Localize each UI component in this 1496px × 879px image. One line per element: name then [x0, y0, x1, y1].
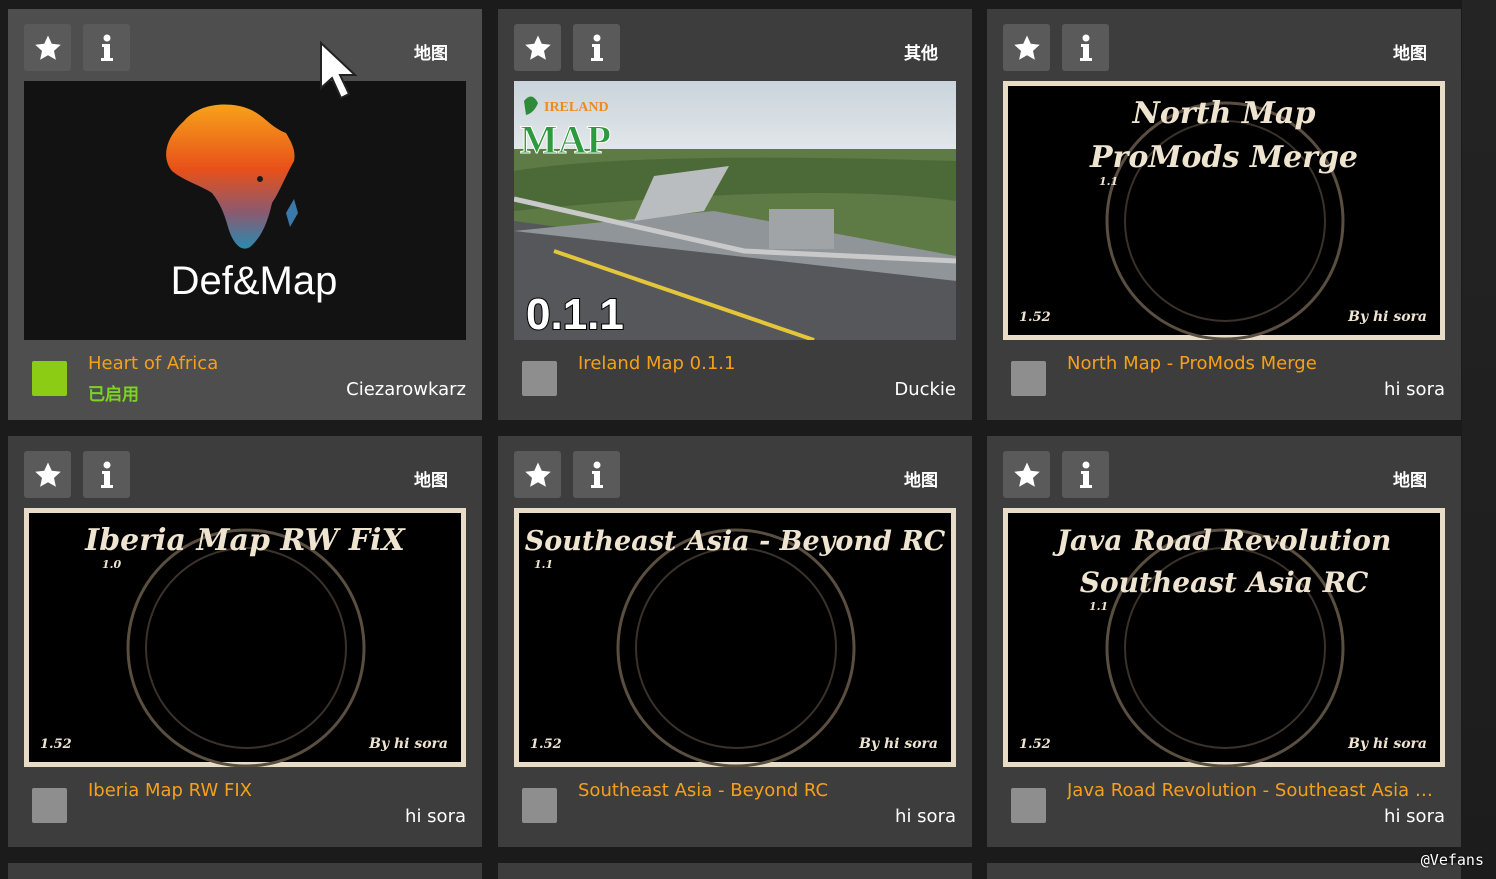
mod-card-partial[interactable] — [498, 863, 972, 879]
mod-card-java-road[interactable]: 地图 Java Road Revolution Southeast Asia R… — [987, 436, 1461, 847]
info-button[interactable] — [573, 451, 620, 498]
star-icon — [1013, 462, 1040, 487]
thumb-game-version: 1.52 — [1019, 310, 1051, 325]
favorite-button[interactable] — [514, 24, 561, 71]
mod-title[interactable]: Heart of Africa — [88, 353, 458, 374]
watermark: @Vefans — [1420, 851, 1484, 869]
favorite-button[interactable] — [514, 451, 561, 498]
thumb-title-line2: ProMods Merge — [1089, 140, 1358, 175]
thumb-title-line1: Southeast Asia - Beyond RC — [525, 526, 946, 557]
mod-card-partial[interactable] — [8, 863, 482, 879]
thumb-logo-main: MAP — [520, 117, 611, 162]
info-button[interactable] — [1062, 24, 1109, 71]
info-icon — [590, 461, 603, 488]
category-label: 地图 — [1393, 471, 1427, 491]
star-icon — [524, 462, 551, 487]
mod-thumbnail: North Map ProMods Merge 1.1 1.52 By hi s… — [1003, 81, 1445, 340]
mouse-pointer-icon — [320, 40, 358, 100]
category-label: 其他 — [904, 44, 938, 64]
thumb-logo-text: Def&Map — [171, 259, 338, 303]
mod-thumbnail: Southeast Asia - Beyond RC 1.1 1.52 By h… — [514, 508, 956, 767]
thumb-credit: By hi sora — [368, 736, 448, 752]
thumb-title-line1: North Map — [1132, 96, 1316, 131]
thumb-game-version: 1.52 — [40, 737, 72, 752]
africa-map-graphic — [166, 104, 295, 249]
mod-title[interactable]: Java Road Revolution - Southeast Asia M.… — [1067, 780, 1437, 801]
mod-card-iberia-map[interactable]: 地图 Iberia Map RW FiX 1.0 1.52 By hi sora… — [8, 436, 482, 847]
category-label: 地图 — [414, 471, 448, 491]
thumb-credit: By hi sora — [1347, 736, 1427, 752]
mod-author: hi sora — [1384, 806, 1445, 827]
thumb-version: 1.0 — [102, 558, 121, 571]
favorite-button[interactable] — [1003, 24, 1050, 71]
enable-checkbox[interactable] — [1011, 361, 1046, 396]
category-label: 地图 — [904, 471, 938, 491]
enable-checkbox[interactable] — [32, 788, 67, 823]
info-icon — [1079, 34, 1092, 61]
mod-thumbnail: Java Road Revolution Southeast Asia RC 1… — [1003, 508, 1445, 767]
mod-author: Duckie — [894, 379, 956, 400]
mod-title[interactable]: Ireland Map 0.1.1 — [578, 353, 948, 374]
mod-author: hi sora — [895, 806, 956, 827]
info-button[interactable] — [573, 24, 620, 71]
mod-card-ireland-map[interactable]: 其他 IRELAND MAP 0.1.1 Ireland Map 0.1.1 D… — [498, 9, 972, 420]
mod-card-partial[interactable] — [987, 863, 1461, 879]
mod-status: 已启用 — [88, 385, 139, 405]
thumb-version: 0.1.1 — [526, 290, 624, 339]
info-icon — [590, 34, 603, 61]
mod-thumbnail: Iberia Map RW FiX 1.0 1.52 By hi sora — [24, 508, 466, 767]
info-icon — [1079, 461, 1092, 488]
mod-title[interactable]: Iberia Map RW FIX — [88, 780, 458, 801]
mod-thumbnail: Def&Map — [24, 81, 466, 340]
mod-card-north-map[interactable]: 地图 North Map ProMods Merge 1.1 1.52 By h… — [987, 9, 1461, 420]
thumb-title-line2: Southeast Asia RC — [1080, 566, 1369, 599]
category-label: 地图 — [414, 44, 448, 64]
window-edge — [1462, 0, 1496, 879]
info-button[interactable] — [83, 24, 130, 71]
star-icon — [34, 35, 61, 60]
thumb-version: 1.1 — [1089, 600, 1108, 613]
favorite-button[interactable] — [1003, 451, 1050, 498]
favorite-button[interactable] — [24, 451, 71, 498]
enable-checkbox[interactable] — [522, 361, 557, 396]
info-icon — [100, 461, 113, 488]
thumb-title-line1: Iberia Map RW FiX — [84, 523, 406, 558]
thumb-logo-top: IRELAND — [544, 100, 609, 115]
enable-checkbox[interactable] — [1011, 788, 1046, 823]
mod-thumbnail: IRELAND MAP 0.1.1 — [514, 81, 956, 340]
thumb-title-line1: Java Road Revolution — [1052, 524, 1392, 557]
info-icon — [100, 34, 113, 61]
star-icon — [1013, 35, 1040, 60]
mod-card-southeast-asia[interactable]: 地图 Southeast Asia - Beyond RC 1.1 1.52 B… — [498, 436, 972, 847]
mod-title[interactable]: Southeast Asia - Beyond RC — [578, 780, 948, 801]
mod-author: Ciezarowkarz — [346, 379, 466, 400]
favorite-button[interactable] — [24, 24, 71, 71]
info-button[interactable] — [1062, 451, 1109, 498]
mod-author: hi sora — [405, 806, 466, 827]
thumb-version: 1.1 — [534, 558, 553, 571]
enable-checkbox[interactable] — [522, 788, 557, 823]
mod-card-heart-of-africa[interactable]: 地图 Def&Map Heart of Africa 已启用 Ciezarowk… — [8, 9, 482, 420]
mod-author: hi sora — [1384, 379, 1445, 400]
mod-title[interactable]: North Map - ProMods Merge — [1067, 353, 1437, 374]
enable-checkbox[interactable] — [32, 361, 67, 396]
star-icon — [524, 35, 551, 60]
category-label: 地图 — [1393, 44, 1427, 64]
thumb-version: 1.1 — [1099, 175, 1118, 188]
star-icon — [34, 462, 61, 487]
thumb-credit: By hi sora — [1347, 309, 1427, 325]
thumb-game-version: 1.52 — [1019, 737, 1051, 752]
thumb-credit: By hi sora — [858, 736, 938, 752]
info-button[interactable] — [83, 451, 130, 498]
thumb-game-version: 1.52 — [530, 737, 562, 752]
